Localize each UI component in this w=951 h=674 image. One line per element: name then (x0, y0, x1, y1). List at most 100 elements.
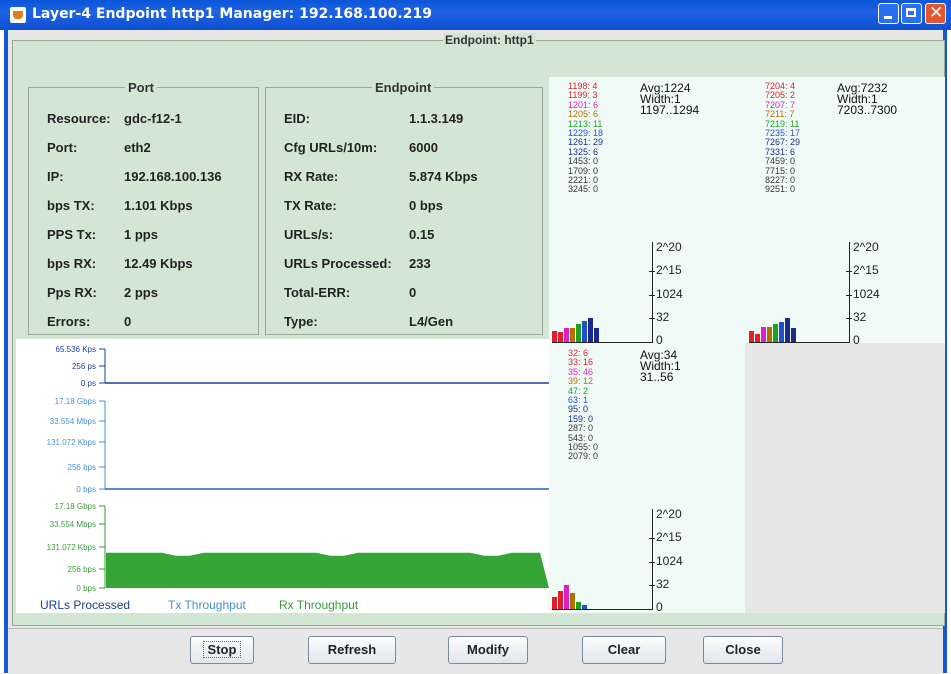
histogram-bar (773, 324, 778, 342)
graphs-area (16, 339, 549, 613)
histogram-axis-label: 32 (656, 576, 670, 591)
port-field-label: IP: (47, 169, 64, 184)
endpoint-field-value: 6000 (409, 140, 438, 155)
port-field-value: 192.168.100.136 (124, 169, 222, 184)
port-field-label: Resource: (47, 111, 111, 126)
port-field-value: 1.101 Kbps (124, 198, 193, 213)
histogram-axis-tick (846, 271, 852, 273)
graph-legend-item: URLs Processed (40, 598, 131, 612)
endpoint-field-value: L4/Gen (409, 314, 454, 329)
close-glyph: ✕ (929, 3, 944, 23)
stop-button-label: Stop (202, 641, 242, 658)
graph-legend-item: Rx Throughput (279, 598, 359, 612)
histogram-axis-label: 2^15 (656, 530, 682, 545)
minimize-icon[interactable] (878, 3, 899, 24)
endpoint-field-value: 0.15 (409, 227, 435, 242)
maximize-icon[interactable] (901, 3, 922, 24)
port-field-value: 12.49 Kbps (124, 256, 193, 271)
histogram-bar (570, 593, 575, 609)
histogram-axis-label: 32 (656, 309, 670, 324)
close-button[interactable]: Close (703, 636, 783, 664)
histogram-axis-label: 2^20 (656, 240, 682, 254)
close-icon[interactable]: ✕ (925, 3, 946, 24)
port-field-value: eth2 (124, 140, 151, 155)
histogram-bar (779, 322, 784, 342)
port-group-title: Port (125, 80, 157, 95)
histogram-bar (749, 331, 754, 342)
title-bar[interactable]: Layer-4 Endpoint http1 Manager: 192.168.… (0, 0, 951, 30)
histogram-range: 7203..7300 (837, 103, 898, 117)
histogram-bar (791, 328, 796, 342)
port-field-value: 1 pps (124, 227, 158, 242)
endpoint-field-label: Type: (284, 314, 318, 329)
histogram-bar (558, 591, 563, 609)
modify-button[interactable]: Modify (448, 636, 528, 664)
refresh-button[interactable]: Refresh (308, 636, 396, 664)
stop-button[interactable]: Stop (190, 636, 254, 664)
endpoint-field-value: 0 bps (409, 198, 443, 213)
histogram-bar (558, 332, 563, 342)
histogram-bar (594, 328, 599, 342)
histogram-axis (652, 242, 653, 343)
histogram-baseline (749, 342, 849, 343)
port-field-label: bps TX: (47, 198, 95, 213)
endpoint-field-label: URLs Processed: (284, 256, 392, 271)
port-field-label: Pps RX: (47, 285, 97, 300)
histogram-bar (570, 328, 575, 342)
histogram-axis-label: 2^20 (656, 507, 682, 521)
histogram-axis-label: 1024 (656, 553, 683, 568)
histogram-axis-label: 1024 (656, 286, 683, 301)
histogram-bar (755, 334, 760, 342)
endpoint-field-label: Cfg URLs/10m: (284, 140, 378, 155)
endpoint-field-value: 0 (409, 285, 417, 300)
graph-legend-item: Tx Throughput (168, 598, 246, 612)
histogram-axis-tick (649, 317, 655, 319)
histogram-axis-label: 0 (656, 333, 663, 347)
histogram-axis-tick (649, 538, 655, 540)
histogram-axis-tick (649, 561, 655, 563)
port-field-label: PPS Tx: (47, 227, 97, 242)
endpoint-group-title: Endpoint (372, 80, 435, 95)
port-field-value: 0 (124, 314, 132, 329)
histogram-axis-label: 2^15 (656, 263, 682, 278)
histogram-axis-label: 1024 (853, 286, 880, 301)
histogram-axis-tick (649, 584, 655, 586)
histogram-bar (576, 602, 581, 609)
endpoint-field-label: EID: (284, 111, 310, 126)
histogram-axis-tick (846, 317, 852, 319)
histogram-axis-label: 2^20 (853, 240, 879, 254)
endpoint-field-value: 1.1.3.149 (409, 111, 464, 126)
endpoint-panel-title: Endpoint: http1 (443, 33, 536, 47)
histogram-bucket: 3245: 0 (568, 184, 599, 195)
java-icon (10, 7, 26, 23)
port-field-label: Errors: (47, 314, 91, 329)
histogram-bar (582, 605, 587, 609)
endpoint-field-label: URLs/s: (284, 227, 334, 242)
histogram-axis-label: 32 (853, 309, 867, 324)
endpoint-field-label: Total-ERR: (284, 285, 351, 300)
port-field-value: 2 pps (124, 285, 158, 300)
endpoint-field-value: 233 (409, 256, 431, 271)
histogram-bar (582, 321, 587, 342)
histogram-bar (761, 327, 766, 342)
histogram-axis-label: 2^15 (853, 263, 879, 278)
histogram-axis-tick (649, 271, 655, 273)
histogram-bar (552, 331, 557, 342)
port-field-label: Port: (47, 140, 78, 155)
histogram-axis-tick (649, 294, 655, 296)
histogram-axis-label: 0 (853, 333, 860, 347)
endpoint-field-label: TX Rate: (284, 198, 337, 213)
histogram-baseline (552, 342, 652, 343)
clear-button[interactable]: Clear (582, 636, 666, 664)
histogram-axis-label: 0 (656, 600, 663, 614)
histogram-bar (576, 324, 581, 342)
histogram-bar (588, 318, 593, 342)
endpoint-field-label: RX Rate: (284, 169, 339, 184)
histogram-range: 1197..1294 (640, 103, 700, 117)
histogram-bar (552, 597, 557, 609)
histogram-baseline (552, 609, 652, 610)
histogram-bucket: 2079: 0 (568, 451, 599, 462)
histogram-axis-tick (846, 294, 852, 296)
port-field-value: gdc-f12-1 (124, 111, 182, 126)
histogram-bar (785, 318, 790, 342)
